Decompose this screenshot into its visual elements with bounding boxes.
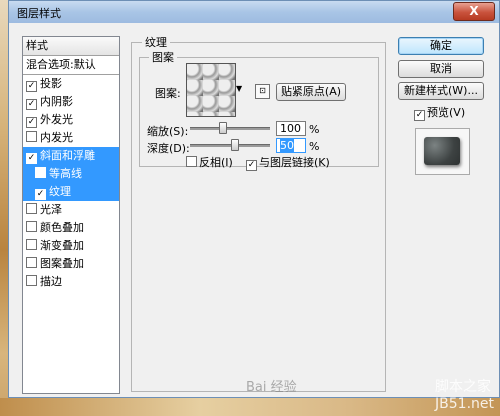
scale-label: 缩放(S): (147, 125, 189, 138)
pattern-label: 图案: (155, 87, 181, 100)
title-bar: 图层样式 X (9, 1, 499, 23)
style-item[interactable]: ✓ 斜面和浮雕 (23, 147, 119, 165)
style-item[interactable]: 颜色叠加 (23, 219, 119, 237)
style-item-label: 渐变叠加 (40, 239, 84, 252)
style-item-label: 内发光 (40, 131, 73, 144)
style-preview (415, 128, 470, 175)
style-item-checkbox[interactable]: ✓ (35, 189, 46, 200)
style-item-checkbox[interactable]: ✓ (26, 117, 37, 128)
style-item-checkbox[interactable] (26, 203, 37, 214)
new-style-button[interactable]: 新建样式(W)... (398, 82, 484, 100)
style-item-label: 外发光 (40, 113, 73, 126)
cancel-button[interactable]: 取消 (398, 60, 484, 78)
link-with-layer-option[interactable]: ✓ 与图层链接(K) (246, 154, 330, 171)
depth-unit: % (309, 140, 320, 153)
watermark-baidu: Bai 经验 (246, 380, 297, 395)
style-item-label: 投影 (40, 77, 62, 90)
new-preset-icon[interactable]: ⊡ (255, 84, 270, 99)
style-item[interactable]: ✓ 纹理 (23, 183, 119, 201)
style-item[interactable]: ✓ 外发光 (23, 111, 119, 129)
snap-to-origin-button[interactable]: 贴紧原点(A) (276, 83, 346, 101)
style-item[interactable]: 内发光 (23, 129, 119, 147)
ok-button[interactable]: 确定 (398, 37, 484, 55)
style-item-checkbox[interactable]: ✓ (26, 99, 37, 110)
style-item[interactable]: ✓ 内阴影 (23, 93, 119, 111)
style-item[interactable]: 渐变叠加 (23, 237, 119, 255)
invert-checkbox[interactable] (186, 156, 197, 167)
scale-slider-thumb[interactable] (219, 122, 227, 134)
invert-label: 反相(I) (199, 156, 233, 169)
background-image-bottom (0, 398, 500, 416)
style-item-checkbox[interactable] (26, 257, 37, 268)
style-item[interactable]: 等高线 (23, 165, 119, 183)
style-item-label: 图案叠加 (40, 257, 84, 270)
link-with-layer-label: 与图层链接(K) (259, 156, 330, 169)
style-item-checkbox[interactable] (26, 275, 37, 286)
style-item[interactable]: 光泽 (23, 201, 119, 219)
style-item[interactable]: ✓ 投影 (23, 75, 119, 93)
style-item-checkbox[interactable] (26, 221, 37, 232)
style-item-checkbox[interactable] (35, 167, 46, 178)
preview-label: 预览(V) (427, 106, 466, 119)
styles-header[interactable]: 样式 (23, 37, 119, 56)
dialog-title: 图层样式 (17, 7, 61, 20)
scale-unit: % (309, 123, 320, 136)
close-button[interactable]: X (453, 2, 495, 21)
depth-label: 深度(D): (147, 142, 190, 155)
chevron-down-icon[interactable]: ▼ (236, 84, 243, 94)
style-item-label: 描边 (40, 275, 62, 288)
pattern-swatch[interactable] (186, 63, 236, 117)
scale-input[interactable]: 100 (276, 121, 306, 136)
preview-checkbox[interactable]: ✓ (414, 110, 425, 121)
style-item-checkbox[interactable]: ✓ (26, 153, 37, 164)
depth-slider-thumb[interactable] (231, 139, 239, 151)
pattern-group-title: 图案 (149, 49, 177, 65)
style-item-checkbox[interactable]: ✓ (26, 81, 37, 92)
depth-slider[interactable] (190, 144, 270, 147)
preview-thumbnail (424, 137, 460, 165)
style-item-label: 等高线 (49, 167, 82, 180)
watermark-site: 脚本之家 JB51.net (435, 379, 494, 412)
depth-input[interactable]: 50 (276, 138, 306, 153)
style-item-label: 纹理 (49, 185, 71, 198)
blending-options-item[interactable]: 混合选项:默认 (23, 56, 119, 75)
scale-slider[interactable] (190, 127, 270, 130)
style-item-checkbox[interactable] (26, 239, 37, 250)
style-item[interactable]: 描边 (23, 273, 119, 291)
invert-option[interactable]: 反相(I) (186, 154, 233, 170)
style-item-checkbox[interactable] (26, 131, 37, 142)
preview-option[interactable]: ✓ 预览(V) (414, 104, 465, 121)
style-item-label: 内阴影 (40, 95, 73, 108)
link-with-layer-checkbox[interactable]: ✓ (246, 160, 257, 171)
style-item-label: 光泽 (40, 203, 62, 216)
style-item-label: 斜面和浮雕 (40, 149, 95, 162)
styles-list: 样式 混合选项:默认 ✓ 投影 ✓ 内阴影 ✓ 外发光 内发光 ✓ 斜面和浮雕 等高线 ✓ 纹理 光泽颜… (22, 36, 120, 394)
style-item-label: 颜色叠加 (40, 221, 84, 234)
texture-group-title: 纹理 (142, 34, 170, 50)
style-item[interactable]: 图案叠加 (23, 255, 119, 273)
